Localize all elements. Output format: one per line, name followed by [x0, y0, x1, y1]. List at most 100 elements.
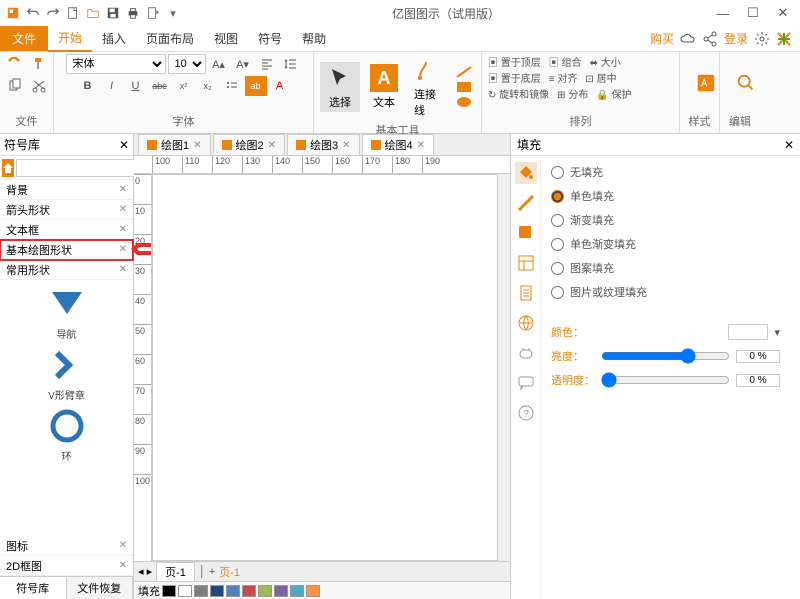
fill-opt-none[interactable]: 无填充: [551, 164, 780, 180]
align-button[interactable]: ≡ 对齐: [549, 70, 578, 85]
menu-pagelayout[interactable]: 页面布局: [136, 26, 204, 51]
swatch[interactable]: [162, 585, 176, 597]
undo-icon[interactable]: [24, 4, 42, 22]
swatch[interactable]: [274, 585, 288, 597]
doc-tab-2[interactable]: 绘图2✕: [213, 134, 286, 155]
fill-tab-icon[interactable]: [515, 162, 537, 184]
maximize-button[interactable]: ☐: [740, 3, 766, 23]
menu-file[interactable]: 文件: [0, 26, 48, 51]
image-tab-icon[interactable]: [515, 312, 537, 334]
grow-font-icon[interactable]: A▴: [208, 54, 230, 74]
brightness-slider[interactable]: [601, 348, 730, 364]
cat-icons[interactable]: 图标✕: [0, 536, 133, 556]
font-color-icon[interactable]: A: [269, 76, 291, 96]
opacity-value[interactable]: [736, 374, 780, 387]
cat-2d-blocks[interactable]: 2D框图✕: [0, 556, 133, 576]
menu-symbol[interactable]: 符号: [248, 26, 292, 51]
send-back-button[interactable]: ▣ 置于底层: [488, 70, 541, 85]
new-icon[interactable]: [64, 4, 82, 22]
edit-button[interactable]: [726, 67, 766, 99]
connector-tool[interactable]: 连接线: [408, 54, 448, 120]
share-icon[interactable]: [702, 31, 718, 47]
cat-common-shapes[interactable]: 常用形状✕: [0, 260, 133, 280]
logo-icon[interactable]: [776, 31, 792, 47]
add-page-button[interactable]: │ +: [199, 566, 215, 578]
home-icon[interactable]: [2, 159, 14, 177]
close-button[interactable]: ✕: [770, 3, 796, 23]
size-button[interactable]: ⬌ 大小: [590, 54, 621, 69]
menu-view[interactable]: 视图: [204, 26, 248, 51]
cat-arrow-shapes[interactable]: 箭头形状✕: [0, 200, 133, 220]
swatch[interactable]: [242, 585, 256, 597]
shape-chevron[interactable]: V形臂章: [47, 345, 87, 402]
fill-opt-mono-gradient[interactable]: 单色渐变填充: [551, 236, 780, 252]
distribute-button[interactable]: ⊞ 分布: [557, 86, 588, 101]
shape-navigation[interactable]: 导航: [47, 284, 87, 341]
drawing-canvas[interactable]: [152, 174, 498, 561]
buy-link[interactable]: 购买: [650, 30, 674, 47]
format-painter-icon[interactable]: [28, 54, 50, 74]
cloud-icon[interactable]: [680, 31, 696, 47]
cat-basic-shapes[interactable]: 基本绘图形状✕: [0, 240, 133, 260]
bold-button[interactable]: B: [77, 76, 99, 96]
menu-help[interactable]: 帮助: [292, 26, 336, 51]
strikethrough-button[interactable]: abc: [149, 76, 171, 96]
tab-recovery[interactable]: 文件恢复: [67, 577, 134, 599]
login-link[interactable]: 登录: [724, 30, 748, 47]
doc-tab-4[interactable]: 绘图4✕: [362, 134, 435, 155]
center-button[interactable]: ⊡ 居中: [585, 70, 616, 85]
line-spacing-icon[interactable]: [280, 54, 302, 74]
page-tab-icon[interactable]: [515, 282, 537, 304]
shrink-font-icon[interactable]: A▾: [232, 54, 254, 74]
fill-opt-gradient[interactable]: 渐变填充: [551, 212, 780, 228]
open-icon[interactable]: [84, 4, 102, 22]
shadow-tab-icon[interactable]: [515, 222, 537, 244]
fill-opt-picture[interactable]: 图片或纹理填充: [551, 284, 780, 300]
shape-ring[interactable]: 环: [47, 406, 87, 463]
fill-opt-solid[interactable]: 单色填充: [551, 188, 780, 204]
font-name-select[interactable]: 宋体: [66, 54, 166, 74]
rotate-button[interactable]: ↻ 旋转和镜像: [488, 86, 549, 101]
menu-insert[interactable]: 插入: [92, 26, 136, 51]
swatch[interactable]: [194, 585, 208, 597]
doc-tab-1[interactable]: 绘图1✕: [138, 134, 211, 155]
shape-line-icon[interactable]: [456, 66, 472, 78]
qat-dropdown-icon[interactable]: ▾: [164, 4, 182, 22]
doc-tab-3[interactable]: 绘图3✕: [287, 134, 360, 155]
comment-tab-icon[interactable]: [515, 372, 537, 394]
group-button[interactable]: ▣ 组合: [549, 54, 582, 69]
shape-ellipse-icon[interactable]: [456, 96, 472, 108]
swatch[interactable]: [226, 585, 240, 597]
app-icon[interactable]: [4, 4, 22, 22]
menu-start[interactable]: 开始: [48, 25, 92, 52]
cut-icon[interactable]: [28, 76, 50, 96]
bullets-icon[interactable]: [221, 76, 243, 96]
right-panel-close-icon[interactable]: ✕: [784, 138, 794, 152]
paste-icon[interactable]: [4, 54, 26, 74]
cat-textbox[interactable]: 文本框✕: [0, 220, 133, 240]
subscript-button[interactable]: x₂: [197, 76, 219, 96]
shape-rect-icon[interactable]: [456, 81, 472, 93]
swatch[interactable]: [210, 585, 224, 597]
copy-icon[interactable]: [4, 76, 26, 96]
layout-tab-icon[interactable]: [515, 252, 537, 274]
tab-shapes[interactable]: 符号库: [0, 577, 67, 599]
text-tab-icon[interactable]: [515, 342, 537, 364]
swatch[interactable]: [306, 585, 320, 597]
help-tab-icon[interactable]: ?: [515, 402, 537, 424]
opacity-slider[interactable]: [601, 372, 730, 388]
gear-icon[interactable]: [754, 31, 770, 47]
font-size-select[interactable]: 10: [168, 54, 206, 74]
color-picker[interactable]: [728, 324, 768, 340]
italic-button[interactable]: I: [101, 76, 123, 96]
brightness-value[interactable]: [736, 350, 780, 363]
page-tab-active[interactable]: 页-1: [219, 564, 240, 580]
export-icon[interactable]: [144, 4, 162, 22]
fill-opt-pattern[interactable]: 图案填充: [551, 260, 780, 276]
highlight-icon[interactable]: ab: [245, 76, 267, 96]
select-tool[interactable]: 选择: [320, 62, 360, 112]
line-tab-icon[interactable]: [515, 192, 537, 214]
superscript-button[interactable]: x²: [173, 76, 195, 96]
text-tool[interactable]: A 文本: [364, 62, 404, 112]
underline-button[interactable]: U: [125, 76, 147, 96]
